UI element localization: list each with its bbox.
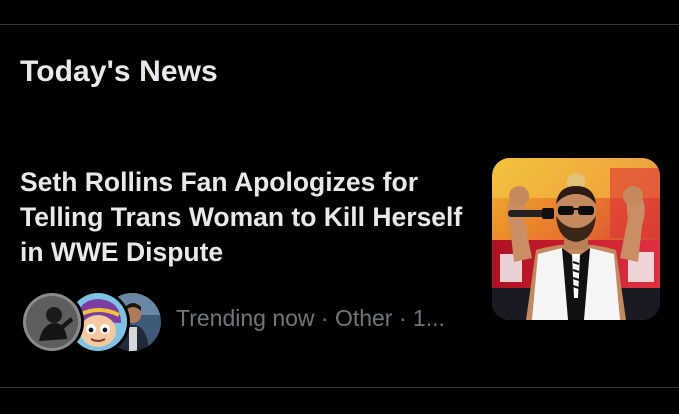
story-meta: Trending now · Other · 1... bbox=[176, 305, 445, 331]
top-divider bbox=[0, 24, 679, 25]
bottom-divider bbox=[0, 387, 679, 388]
section-title: Today's News bbox=[20, 55, 218, 88]
story-headline[interactable]: Seth Rollins Fan Apologizes for Telling … bbox=[20, 165, 475, 270]
story-thumbnail[interactable] bbox=[492, 158, 660, 320]
avatar-silhouette-icon bbox=[20, 290, 84, 354]
news-story-card[interactable]: Seth Rollins Fan Apologizes for Telling … bbox=[0, 150, 679, 354]
trending-avatars bbox=[20, 290, 164, 354]
wrestler-photo-icon bbox=[492, 158, 660, 320]
